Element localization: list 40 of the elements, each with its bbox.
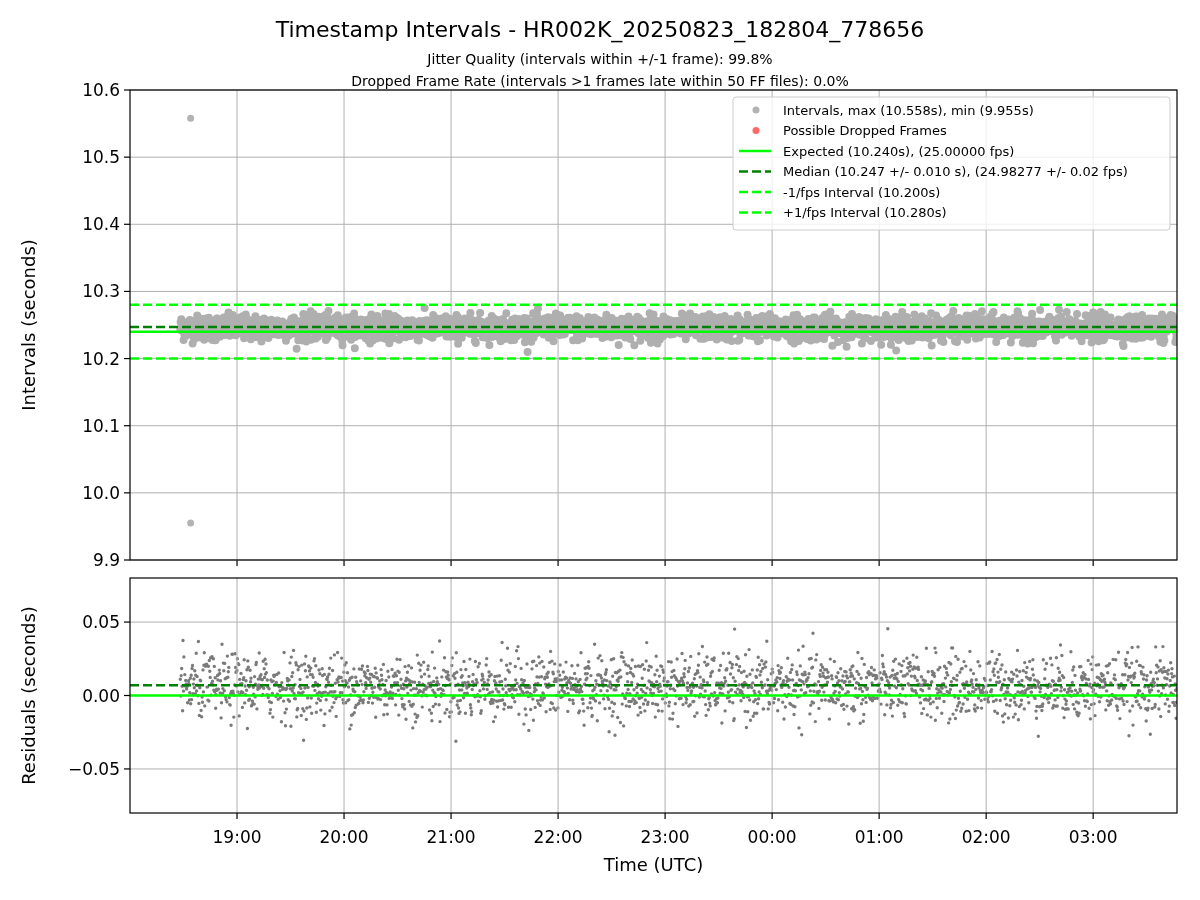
x-tick-label: 20:00 [319, 827, 369, 847]
y-tick-label: 0.05 [82, 612, 120, 633]
y-tick-label: 0.00 [82, 685, 120, 706]
line-sample-icon [739, 190, 771, 194]
y-tick-label: 10.0 [82, 482, 120, 503]
x-tick-label: 21:00 [426, 827, 476, 847]
x-tick-label: 02:00 [961, 827, 1011, 847]
line-sample-icon [739, 211, 771, 214]
x-tick-label: 01:00 [854, 827, 904, 847]
line-sample-icon [739, 149, 771, 153]
line-sample-icon [739, 170, 771, 173]
y-tick-label: 10.5 [82, 147, 120, 168]
chart-subtitle: Jitter Quality (intervals within +/-1 frame): 99.8% [427, 51, 773, 67]
x-axis-label: Time (UTC) [603, 854, 704, 875]
y-tick-label: −0.05 [67, 758, 120, 779]
x-tick-label: 23:00 [640, 827, 690, 847]
x-tick-label: 19:00 [212, 827, 262, 847]
legend-label: Expected (10.240s), (25.00000 fps) [783, 143, 1015, 159]
x-tick-label: 00:00 [747, 827, 797, 847]
y-tick-label: 10.3 [82, 281, 120, 302]
y-axis-label: Residuals (seconds) [18, 606, 39, 785]
legend-label: Possible Dropped Frames [783, 123, 947, 138]
y-tick-label: 9.9 [92, 550, 120, 570]
legend-label: Intervals, max (10.558s), min (9.955s) [783, 102, 1034, 118]
y-axis-label: Intervals (seconds) [18, 239, 39, 411]
legend-label: +1/fps Interval (10.280s) [783, 205, 947, 220]
data-point [187, 519, 195, 527]
chart-title: Timestamp Intervals - HR002K_20250823_182804_778656 [275, 17, 925, 42]
legend-label: Median (10.247 +/- 0.010 s), (24.98277 +/- 0.02 fps) [783, 164, 1128, 179]
x-tick-label: 22:00 [533, 827, 583, 847]
data-point [187, 114, 195, 122]
x-tick-label: 03:00 [1068, 827, 1118, 847]
y-tick-label: 10.2 [82, 348, 120, 369]
legend-label: -1/fps Interval (10.200s) [783, 184, 941, 200]
y-tick-label: 10.1 [82, 415, 120, 436]
y-tick-label: 10.6 [82, 80, 120, 100]
marker-icon [752, 106, 760, 114]
marker-icon [752, 127, 760, 134]
y-tick-label: 10.4 [82, 214, 120, 235]
chart-subtitle: Dropped Frame Rate (intervals >1 frames late within 50 FF files): 0.0% [351, 73, 849, 89]
